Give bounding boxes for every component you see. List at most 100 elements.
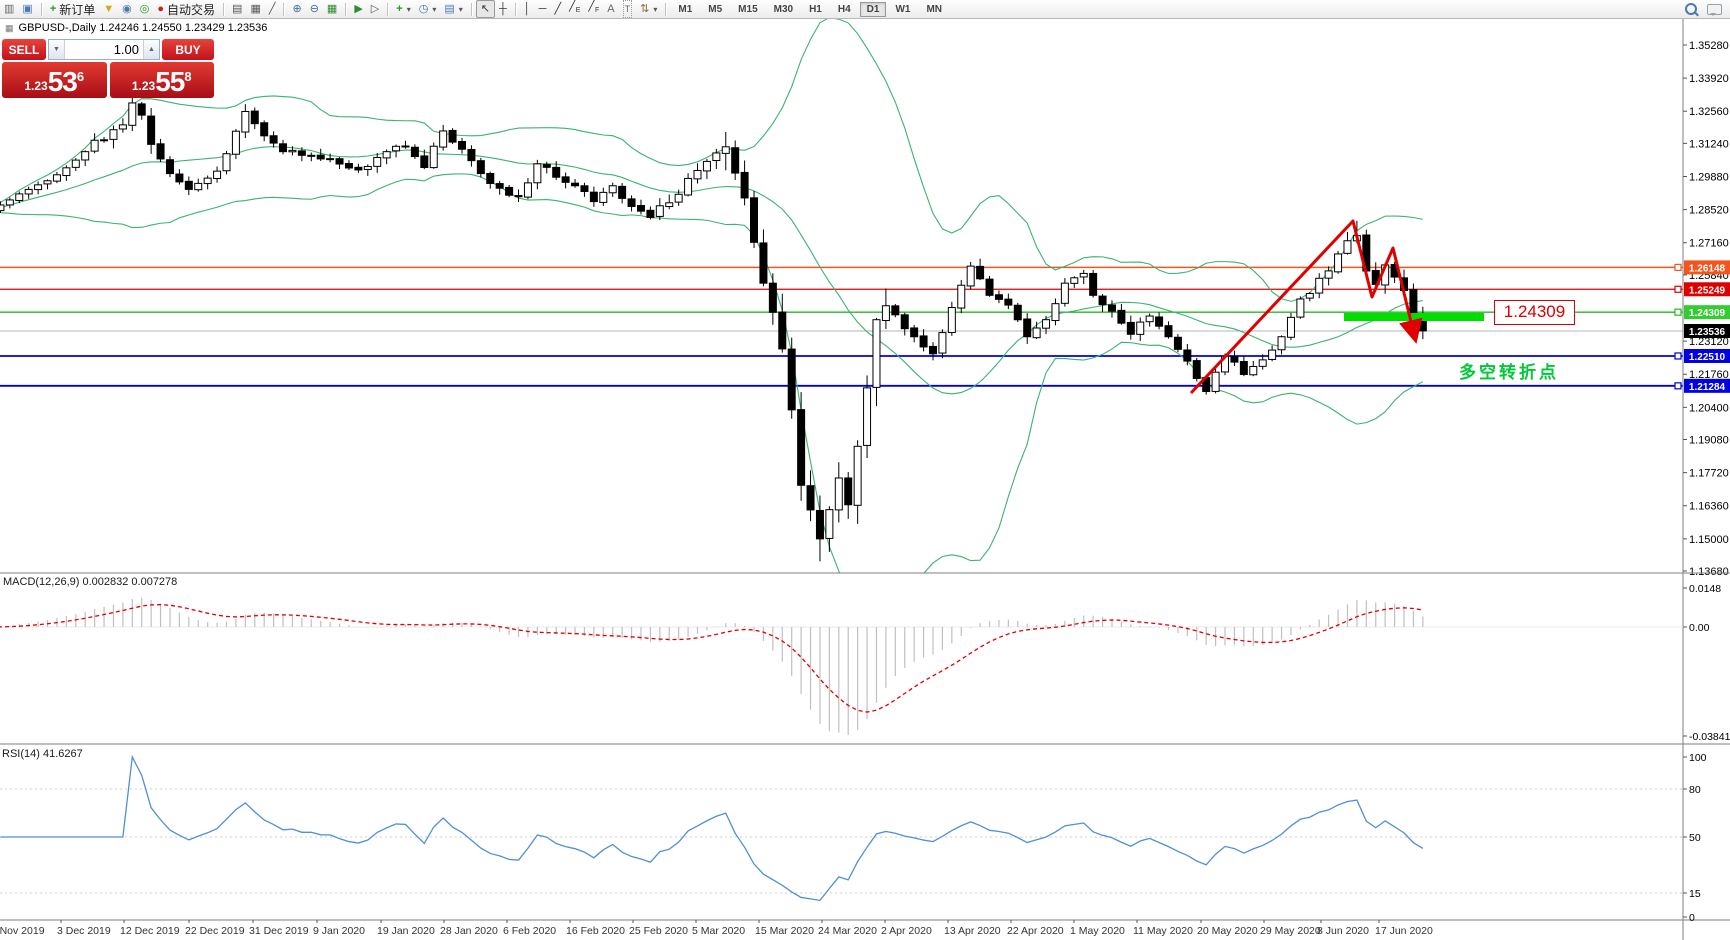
text-tool[interactable]: A (603, 1, 618, 17)
buy-price-main: 55 (155, 68, 184, 96)
tf-m1[interactable]: M1 (671, 2, 699, 17)
candlestick-chart-icon[interactable]: ▦ (246, 1, 264, 17)
market-watch-icon[interactable]: ▣ (18, 1, 36, 17)
volume-input[interactable]: 1.00 (65, 40, 143, 59)
trendline-tool[interactable]: ╱ (550, 1, 565, 17)
separator (471, 3, 472, 16)
macd-signal-line (0, 605, 1423, 712)
svg-text:1.24309: 1.24309 (1689, 308, 1726, 319)
crosshair-tool[interactable]: ┼ (495, 1, 511, 17)
support-zone-bar[interactable] (1344, 313, 1484, 321)
svg-text:1.32560: 1.32560 (1689, 106, 1729, 118)
signal-icon[interactable]: ◎ (136, 1, 154, 17)
line-end-marker[interactable] (1675, 383, 1681, 389)
indicators-button[interactable]: +▾ (392, 1, 414, 17)
svg-text:1.31240: 1.31240 (1689, 138, 1729, 150)
svg-text:24 Mar 2020: 24 Mar 2020 (818, 925, 877, 937)
chart-title: ▦ GBPUSD-,Daily 1.24246 1.24550 1.23429 … (5, 22, 267, 34)
svg-text:1.16360: 1.16360 (1689, 501, 1729, 513)
svg-text:1.27160: 1.27160 (1689, 238, 1729, 250)
cursor-icon: ↖ (481, 1, 490, 17)
bar-chart-icon[interactable]: ▤ (228, 1, 246, 17)
horizontal-line-tool[interactable]: ─ (535, 1, 551, 17)
volume-increase-button[interactable]: ▲ (143, 40, 159, 59)
svg-text:31 Dec 2019: 31 Dec 2019 (249, 925, 309, 937)
tf-m15[interactable]: M15 (731, 2, 764, 17)
tile-windows-icon[interactable]: ▦ (323, 1, 341, 17)
channel-tool[interactable]: ╱E (565, 1, 584, 17)
horizontal-price-lines (0, 267, 1683, 385)
svg-text:1.23536: 1.23536 (1689, 327, 1726, 338)
chart-shift-icon[interactable]: ▷ (367, 1, 383, 17)
svg-text:19 Jan 2020: 19 Jan 2020 (377, 925, 435, 937)
svg-text:50: 50 (1689, 832, 1701, 844)
buy-price-panel[interactable]: 1.23558 (110, 62, 215, 98)
auto-scroll-icon[interactable]: ▶ (350, 1, 366, 17)
turning-point-text[interactable]: 多空转折点 (1459, 358, 1559, 383)
period-button[interactable]: ◷▾ (415, 1, 441, 17)
tf-w1[interactable]: W1 (888, 2, 917, 17)
separator (283, 3, 284, 16)
svg-text:0.0148: 0.0148 (1689, 583, 1721, 595)
chat-icon[interactable] (1707, 4, 1722, 15)
svg-text:1.25249: 1.25249 (1689, 285, 1726, 296)
svg-text:22 Apr 2020: 22 Apr 2020 (1007, 925, 1064, 937)
svg-text:1.35280: 1.35280 (1689, 40, 1729, 52)
tf-h4[interactable]: H4 (831, 2, 858, 17)
svg-text:17 Jun 2020: 17 Jun 2020 (1375, 925, 1433, 937)
svg-text:12 Dec 2019: 12 Dec 2019 (120, 925, 180, 937)
sell-price-sup: 6 (77, 62, 84, 92)
line-end-marker[interactable] (1675, 353, 1681, 359)
date-axis: 25 Nov 20193 Dec 201912 Dec 201922 Dec 2… (0, 920, 1433, 937)
svg-text:80: 80 (1689, 784, 1701, 796)
zoom-in-icon[interactable]: ⊕ (288, 1, 305, 17)
line-end-marker[interactable] (1675, 309, 1681, 315)
separator (41, 3, 42, 16)
clock-icon: ◷ (419, 1, 429, 17)
mt4-window: 1.352801.339201.325601.312401.298801.285… (0, 0, 1730, 940)
tf-m5[interactable]: M5 (701, 2, 729, 17)
tf-m30[interactable]: M30 (767, 2, 800, 17)
line-chart-icon[interactable]: ╱ (265, 1, 280, 17)
tf-mn[interactable]: MN (919, 2, 949, 17)
profile-icon[interactable]: ◉ (118, 1, 136, 17)
chart-window-icon[interactable]: ▥ (0, 1, 18, 17)
arrows-tool[interactable]: ⇅▾ (636, 1, 661, 17)
vertical-line-tool[interactable]: │ (520, 1, 535, 17)
sell-price-panel[interactable]: 1.23536 (2, 62, 107, 98)
funnel-icon[interactable]: ▼ (99, 1, 118, 17)
auto-trading-icon: ● (157, 1, 164, 17)
svg-text:1.26148: 1.26148 (1689, 263, 1726, 274)
line-end-marker[interactable] (1675, 286, 1681, 292)
tf-h1[interactable]: H1 (802, 2, 829, 17)
line-end-marker[interactable] (1675, 264, 1681, 270)
chart-canvas[interactable]: 1.352801.339201.325601.312401.298801.285… (0, 0, 1730, 940)
svg-text:25 Feb 2020: 25 Feb 2020 (629, 925, 688, 937)
sell-button[interactable]: SELL (2, 39, 46, 60)
new-order-button[interactable]: + 新订单 (46, 1, 99, 17)
separator (223, 3, 224, 16)
auto-trading-button[interactable]: ● 自动交易 (153, 1, 219, 17)
search-icon[interactable] (1685, 3, 1697, 15)
cursor-tool[interactable]: ↖ (476, 0, 495, 18)
macd-histogram (0, 598, 1423, 735)
buy-button[interactable]: BUY (162, 39, 214, 60)
template-button[interactable]: ▤▾ (440, 1, 466, 17)
text-label-tool[interactable]: T (619, 1, 637, 17)
zoom-out-icon[interactable]: ⊖ (306, 1, 323, 17)
one-click-trading-panel: SELL ▼ 1.00 ▲ BUY 1.23536 1.23558 (2, 39, 214, 98)
svg-text:1.28520: 1.28520 (1689, 205, 1729, 217)
svg-text:13 Apr 2020: 13 Apr 2020 (944, 925, 1001, 937)
fibonacci-tool[interactable]: ╱F (584, 1, 603, 17)
volume-decrease-button[interactable]: ▼ (49, 40, 65, 59)
buy-price-prefix: 1.23 (132, 76, 155, 96)
crosshair-icon: ┼ (499, 1, 507, 17)
rsi-label: RSI(14) 41.6267 (2, 748, 83, 760)
support-price-label[interactable]: 1.24309 (1494, 300, 1575, 325)
svg-text:25 Nov 2019: 25 Nov 2019 (0, 925, 45, 937)
separator (515, 3, 516, 16)
tf-d1[interactable]: D1 (860, 2, 887, 17)
svg-text:1.20400: 1.20400 (1689, 402, 1729, 414)
svg-text:1.33920: 1.33920 (1689, 73, 1729, 85)
svg-text:1.22510: 1.22510 (1689, 352, 1726, 363)
